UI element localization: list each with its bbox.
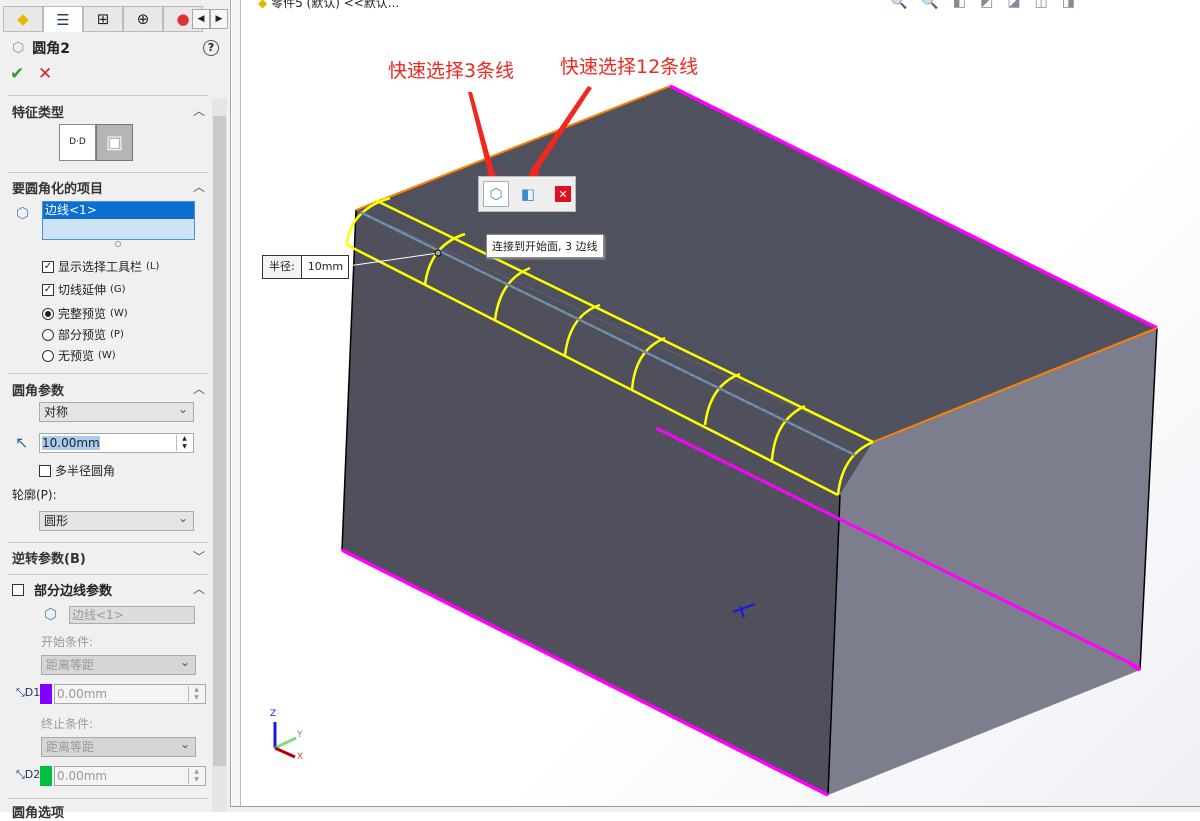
close-selection-toolbar-button[interactable]: ✕ — [555, 186, 571, 202]
leader-point — [434, 249, 442, 257]
radius-callout-label: 半径: — [263, 256, 302, 278]
axis-y-label: Y — [296, 730, 303, 740]
model-viewport[interactable]: Z Y X — [0, 0, 1200, 812]
select-connected-to-feature-button[interactable]: ◧ — [515, 181, 541, 207]
selection-toolbar: ⬡ ◧ ✕ — [478, 176, 576, 212]
axis-z-label: Z — [270, 709, 276, 719]
annotation-select-3-lines: 快速选择3条线 — [388, 60, 515, 82]
select-connected-to-start-face-button[interactable]: ⬡ — [483, 181, 509, 207]
radius-callout-value[interactable]: 10mm — [302, 256, 348, 278]
radius-callout[interactable]: 半径: 10mm — [262, 255, 349, 279]
axis-x-label: X — [297, 752, 303, 762]
annotation-select-12-lines: 快速选择12条线 — [560, 56, 699, 78]
bottom-tab-bar — [230, 806, 1200, 812]
selection-tooltip: 连接到开始面, 3 边线 — [486, 234, 604, 258]
